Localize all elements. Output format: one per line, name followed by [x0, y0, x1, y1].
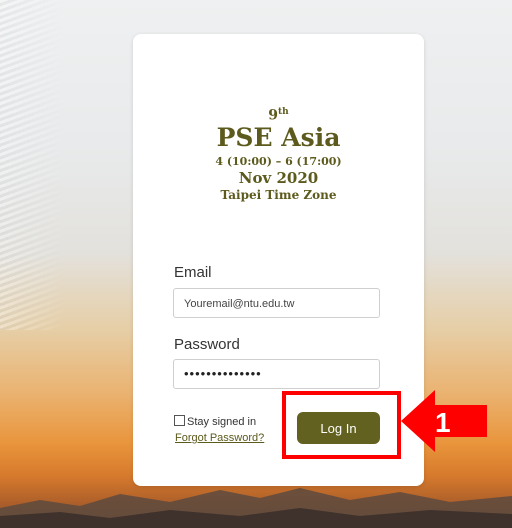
- event-dates: 4 (10:00) – 6 (17:00): [215, 154, 342, 168]
- event-month-year: Nov 2020: [238, 168, 319, 187]
- highlight-box: [282, 391, 401, 459]
- event-name: PSE Asia: [216, 122, 341, 152]
- forgot-password-link[interactable]: Forgot Password?: [175, 432, 264, 444]
- password-label: Password: [174, 336, 240, 353]
- email-field[interactable]: Youremail@ntu.edu.tw: [173, 288, 380, 318]
- step-number: 1: [435, 407, 451, 438]
- email-label: Email: [174, 264, 212, 281]
- password-field[interactable]: ••••••••••••••: [173, 359, 380, 389]
- edition-number: 9th: [268, 107, 289, 124]
- step-arrow-icon: 1: [401, 390, 487, 452]
- event-timezone: Taipei Time Zone: [220, 187, 337, 202]
- stay-signed-in[interactable]: Stay signed in: [174, 415, 256, 428]
- palm-leaf-decoration: [0, 0, 64, 330]
- stay-signed-in-checkbox[interactable]: [174, 415, 185, 426]
- stay-signed-in-label: Stay signed in: [187, 416, 257, 428]
- event-logo: 9th PSE Asia 4 (10:00) – 6 (17:00) Nov 2…: [133, 104, 424, 203]
